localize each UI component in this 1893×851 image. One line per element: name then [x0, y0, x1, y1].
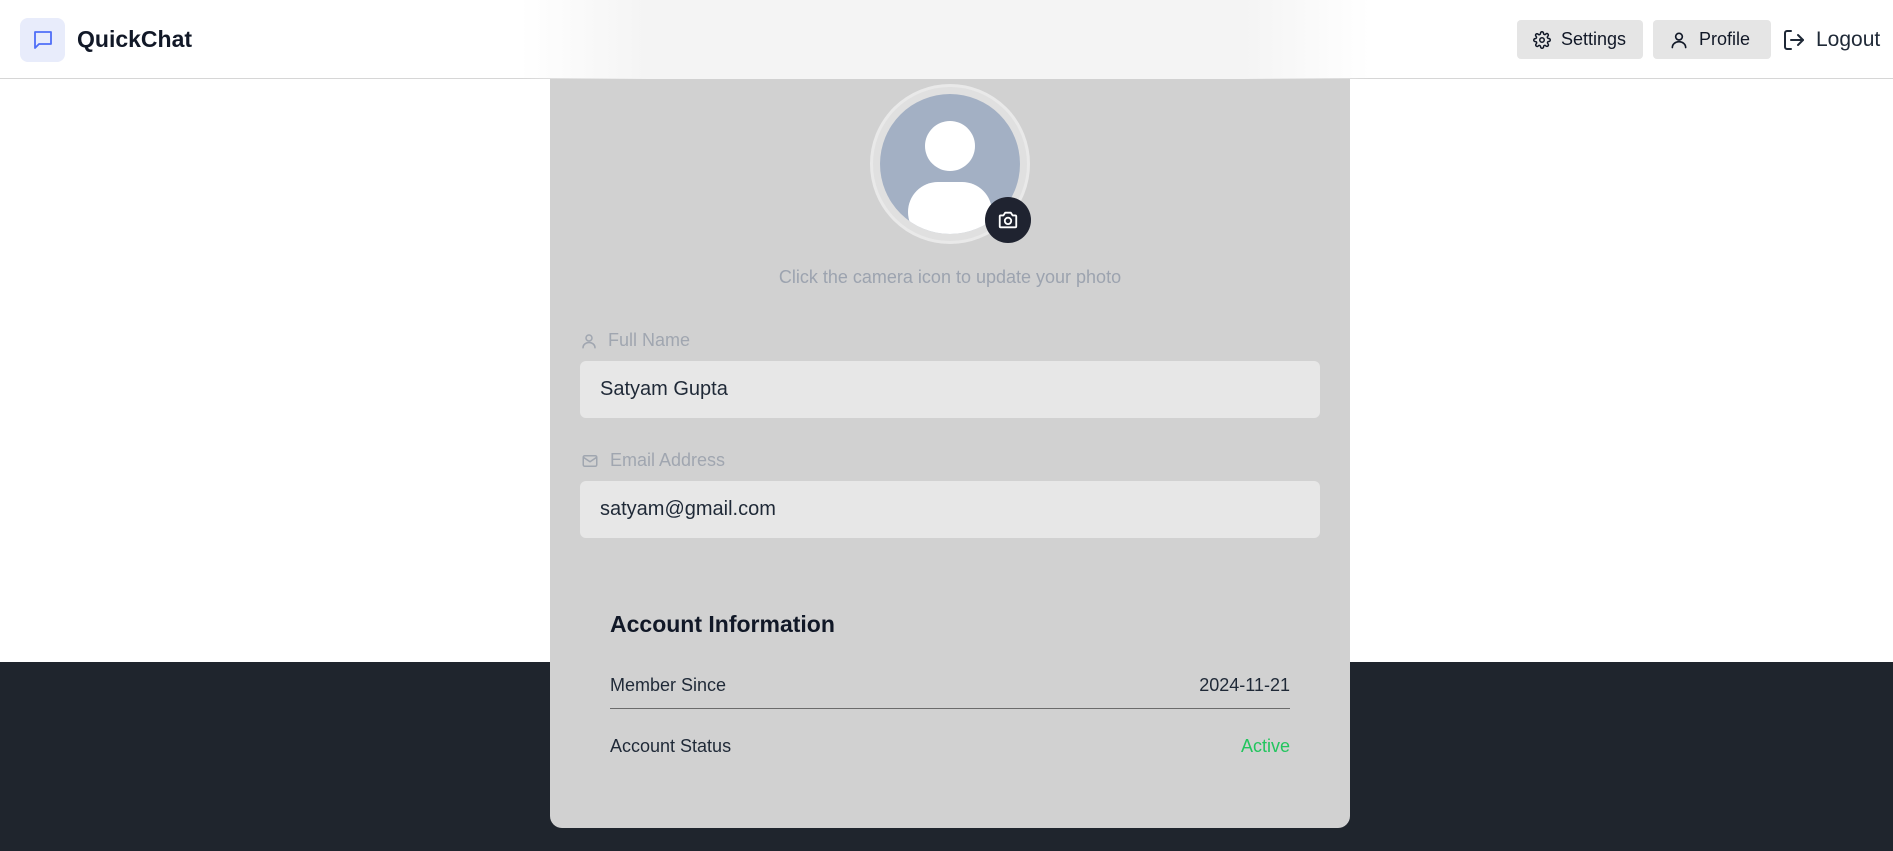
member-since-row: Member Since 2024-11-21 [610, 675, 1290, 709]
member-since-value: 2024-11-21 [1199, 675, 1290, 695]
settings-button[interactable]: Settings [1517, 20, 1643, 59]
app-logo[interactable] [20, 18, 65, 62]
email-field[interactable] [580, 481, 1320, 538]
change-photo-button[interactable] [985, 197, 1031, 243]
profile-button[interactable]: Profile [1653, 20, 1771, 59]
top-navbar: QuickChat Settings Profile Logout [0, 0, 1893, 79]
user-icon [582, 333, 596, 348]
logout-icon [1784, 29, 1804, 50]
photo-hint: Click the camera icon to update your pho… [778, 267, 1122, 287]
profile-card: Click the camera icon to update your pho… [550, 79, 1350, 828]
account-status-label: Account Status [610, 736, 732, 756]
profile-label: Profile [1699, 29, 1751, 49]
account-info-title: Account Information [610, 611, 835, 637]
logout-button[interactable]: Logout [1782, 20, 1880, 59]
full-name-label-text: Full Name [608, 330, 691, 350]
logout-label: Logout [1816, 27, 1881, 51]
user-icon [1671, 31, 1687, 48]
member-since-label: Member Since [610, 675, 727, 695]
camera-icon [998, 211, 1018, 229]
email-label: Email Address [580, 450, 725, 471]
full-name-field[interactable] [580, 361, 1320, 418]
account-status-row: Account Status Active [610, 736, 1290, 757]
settings-label: Settings [1561, 29, 1627, 49]
status-badge: Active [1240, 736, 1290, 756]
mail-icon [582, 454, 598, 467]
chat-bubble-icon [33, 31, 52, 49]
gear-icon [1533, 30, 1551, 49]
header-highlight [520, 0, 1370, 79]
full-name-label: Full Name [580, 330, 690, 351]
app-name: QuickChat [77, 26, 193, 52]
email-label-text: Email Address [610, 450, 726, 470]
